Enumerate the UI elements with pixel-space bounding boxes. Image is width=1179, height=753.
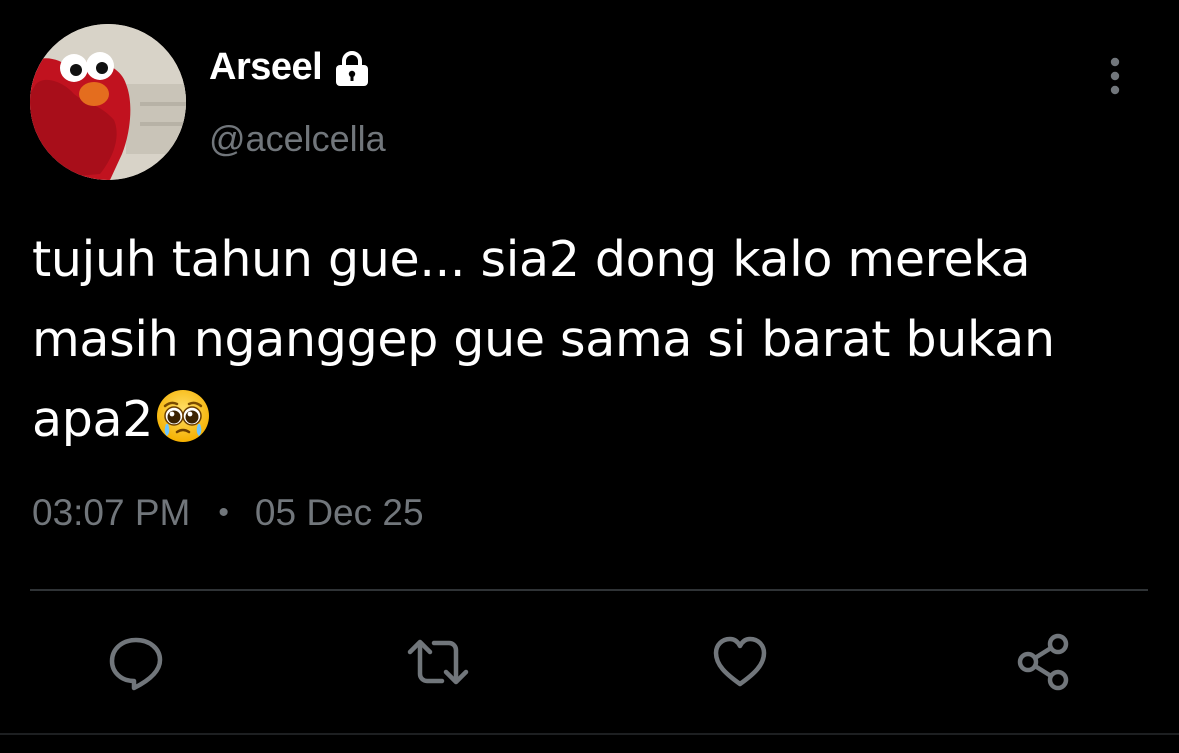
user-handle[interactable]: @acelcella — [209, 118, 386, 160]
retweet-icon — [407, 639, 469, 685]
like-button[interactable] — [708, 630, 772, 694]
meta-separator: • — [218, 496, 229, 529]
bottom-divider — [0, 733, 1179, 735]
action-bar — [0, 630, 1179, 694]
tweet-time[interactable]: 03:07 PM — [32, 492, 190, 534]
share-icon — [1017, 633, 1069, 691]
pleading-face-emoji-icon — [155, 388, 211, 468]
share-button[interactable] — [1012, 630, 1076, 694]
reply-icon — [109, 637, 163, 691]
tweet-line: tujuh tahun gue... sia2 dong kalo mereka — [32, 231, 1031, 288]
tweet-date[interactable]: 05 Dec 25 — [255, 492, 424, 534]
more-options-icon[interactable] — [1100, 56, 1130, 96]
tweet-line: masih nganggep gue sama si barat bukan — [32, 311, 1055, 368]
reply-button[interactable] — [104, 630, 168, 694]
tweet-card: Arseel @acelcella tujuh tahun gue... sia… — [0, 0, 1179, 753]
tweet-line-last: apa2 — [32, 380, 1142, 468]
tweet-text: tujuh tahun gue... sia2 dong kalo mereka… — [32, 220, 1142, 468]
heart-icon — [713, 636, 767, 687]
divider — [30, 589, 1148, 591]
lock-icon — [332, 50, 372, 87]
tweet-line: apa2 — [32, 391, 154, 448]
retweet-button[interactable] — [406, 630, 470, 694]
elmo-avatar-icon — [30, 24, 186, 180]
avatar[interactable] — [30, 24, 186, 180]
name-row: Arseel — [209, 46, 372, 89]
display-name[interactable]: Arseel — [209, 46, 323, 89]
tweet-meta: 03:07 PM • 05 Dec 25 — [32, 492, 424, 534]
